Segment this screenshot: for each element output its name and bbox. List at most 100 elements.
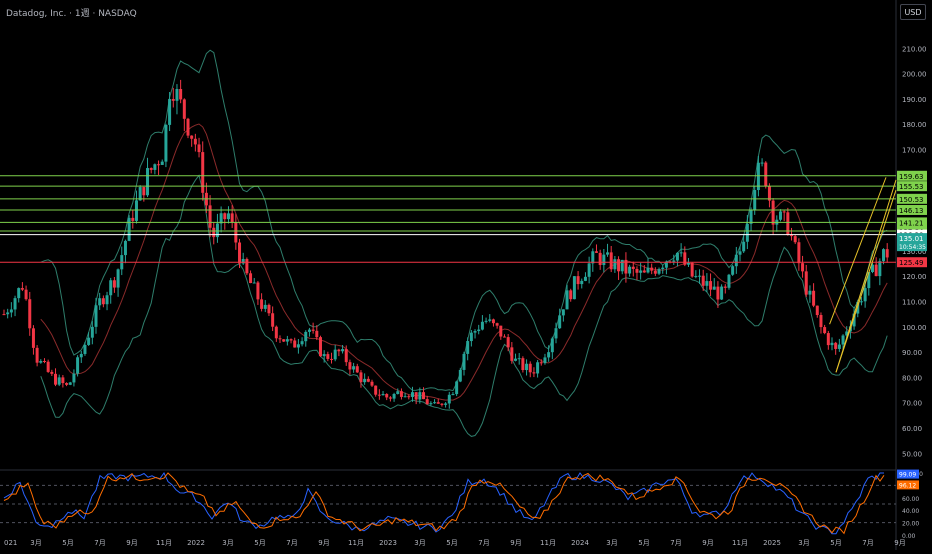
candle-body <box>731 266 735 275</box>
candle-body <box>738 251 742 255</box>
candle-body <box>109 280 113 296</box>
candle-body <box>653 270 657 274</box>
candle-body <box>510 347 514 361</box>
candle-body <box>282 339 286 342</box>
candle-body <box>444 403 448 405</box>
candle-body <box>226 213 230 220</box>
candle-body <box>98 298 102 306</box>
oscillator-y-tick: 20.00 <box>902 521 919 528</box>
candle-body <box>289 339 293 341</box>
candle-body <box>473 331 477 333</box>
candle-body <box>175 89 179 101</box>
y-tick-label: 90.00 <box>902 349 922 357</box>
candle-body <box>506 337 510 348</box>
candle-body <box>433 402 437 404</box>
candle-body <box>101 298 105 305</box>
candle-body <box>318 337 322 357</box>
candle-body <box>54 373 58 385</box>
candle-body <box>631 266 635 269</box>
candle-body <box>628 266 632 274</box>
currency-button[interactable]: USD <box>900 4 926 20</box>
candle-body <box>764 162 768 187</box>
candle-body <box>499 325 503 337</box>
candle-body <box>72 373 76 383</box>
candle-body <box>771 200 775 225</box>
candle-body <box>491 319 495 324</box>
candle-body <box>241 258 245 264</box>
candle-body <box>830 342 834 346</box>
candle-body <box>90 326 94 338</box>
x-tick-label: 3月 <box>222 539 233 547</box>
y-tick-label: 170.00 <box>902 147 927 155</box>
candle-body <box>179 89 183 100</box>
candle-body <box>252 282 256 284</box>
candle-body <box>278 338 282 340</box>
candle-body <box>749 209 753 224</box>
candle-body <box>598 252 602 265</box>
candle-body <box>326 354 330 359</box>
candle-body <box>429 403 433 405</box>
candle-body <box>42 360 46 362</box>
candle-body <box>94 305 98 327</box>
candle-body <box>469 332 473 342</box>
candle-body <box>363 378 367 383</box>
candle-body <box>168 99 172 125</box>
candle-body <box>2 314 6 316</box>
candle-body <box>127 217 131 241</box>
candle-body <box>337 349 341 352</box>
y-tick-label: 70.00 <box>902 400 922 408</box>
candle-body <box>425 399 429 405</box>
candle-body <box>414 392 418 400</box>
x-tick-label: 9月 <box>894 539 905 547</box>
candle-body <box>271 313 275 327</box>
chart-title: Datadog, Inc. · 1週 · NASDAQ <box>6 9 137 19</box>
oscillator-d-line <box>3 472 885 535</box>
x-tick-label: 5月 <box>62 539 73 547</box>
candle-body <box>672 260 676 262</box>
candle-body <box>602 254 606 265</box>
candle-body <box>521 358 525 371</box>
candle-body <box>307 329 311 332</box>
candle-body <box>123 240 127 256</box>
candle-body <box>606 252 610 255</box>
candle-body <box>569 290 573 300</box>
candle-body <box>182 99 186 119</box>
candle-body <box>83 344 87 354</box>
x-tick-label: 11月 <box>540 539 556 547</box>
candle-body <box>679 252 683 254</box>
y-tick-label: 100.00 <box>902 324 927 332</box>
candle-body <box>572 276 576 300</box>
chart-canvas[interactable]: 50.00 60.00 70.00 80.00 90.00 100.00 110.00 120… <box>0 0 932 550</box>
countdown-label: 10:54:35 <box>899 244 926 251</box>
x-tick-label: 5月 <box>446 539 457 547</box>
candle-body <box>859 301 863 303</box>
candle-body <box>76 357 80 374</box>
candle-body <box>620 259 624 272</box>
candle-body <box>823 327 827 334</box>
candle-body <box>797 242 801 264</box>
candle-body <box>436 402 440 404</box>
candle-body <box>462 353 466 370</box>
candle-body <box>352 366 356 370</box>
candle-body <box>46 361 50 372</box>
candle-body <box>17 288 21 299</box>
candle-body <box>403 396 407 398</box>
candle-body <box>550 338 554 353</box>
candle-body <box>245 258 249 274</box>
candle-body <box>28 299 32 329</box>
candle-body <box>539 362 543 364</box>
y-tick-label: 80.00 <box>902 374 922 382</box>
candle-body <box>528 363 532 373</box>
candle-body <box>39 360 43 363</box>
candle-body <box>330 358 334 360</box>
oscillator-value-label: 96.12 <box>899 482 916 489</box>
candle-body <box>230 213 234 223</box>
y-tick-label: 200.00 <box>902 71 927 79</box>
candle-body <box>565 290 569 310</box>
candle-body <box>613 259 617 270</box>
candle-body <box>6 312 10 315</box>
x-tick-label: 5月 <box>254 539 265 547</box>
candle-body <box>458 369 462 382</box>
candle-body <box>480 321 484 330</box>
oscillator-value-label: 99.09 <box>899 472 916 479</box>
